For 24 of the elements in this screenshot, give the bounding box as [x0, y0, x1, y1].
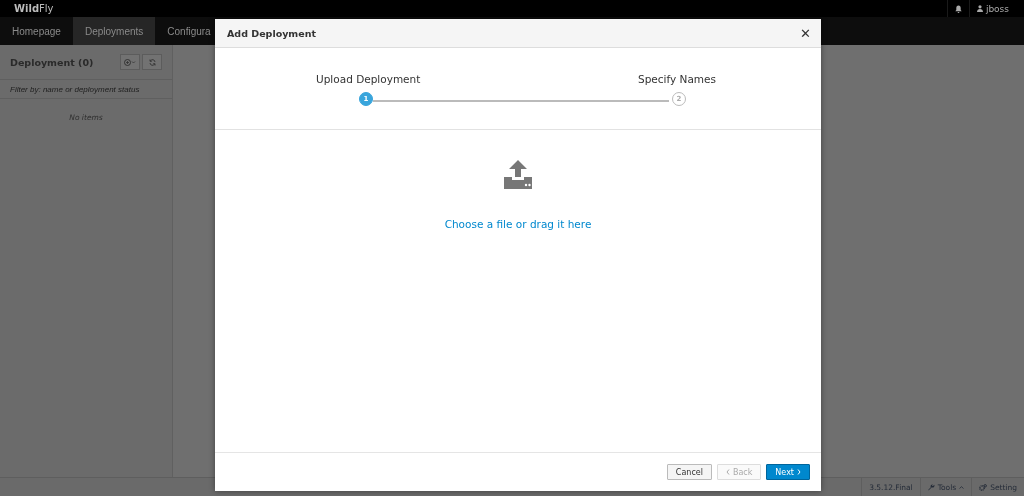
refresh-icon	[148, 58, 156, 66]
caret-icon	[959, 485, 965, 489]
sidebar-title: Deployment (0)	[10, 56, 94, 68]
choose-file-link[interactable]: Choose a file or drag it here	[444, 218, 592, 230]
close-button[interactable]: ✕	[800, 25, 811, 41]
wrench-icon	[927, 483, 935, 491]
next-button[interactable]: Next	[766, 464, 810, 480]
cancel-button[interactable]: Cancel	[666, 464, 712, 480]
bell-icon	[954, 4, 962, 13]
brand-logo: WildFly	[14, 3, 54, 14]
chevron-right-icon	[797, 469, 801, 475]
step-label: Upload Deployment	[316, 73, 421, 85]
filter-field[interactable]: Filter by: name or deployment status	[0, 80, 172, 99]
dialog-title: Add Deployment	[227, 27, 316, 39]
step-label: Specify Names	[638, 73, 716, 85]
settings-icon	[979, 483, 988, 491]
plus-circle-icon	[124, 58, 136, 66]
user-icon	[976, 5, 983, 12]
add-dropdown-button[interactable]	[120, 54, 140, 70]
nav-tab[interactable]: Homepage	[0, 17, 73, 45]
upload-icon	[502, 160, 534, 190]
nav-tab[interactable]: Deployments	[72, 17, 156, 45]
chevron-left-icon	[725, 469, 730, 475]
refresh-button[interactable]	[142, 54, 162, 70]
